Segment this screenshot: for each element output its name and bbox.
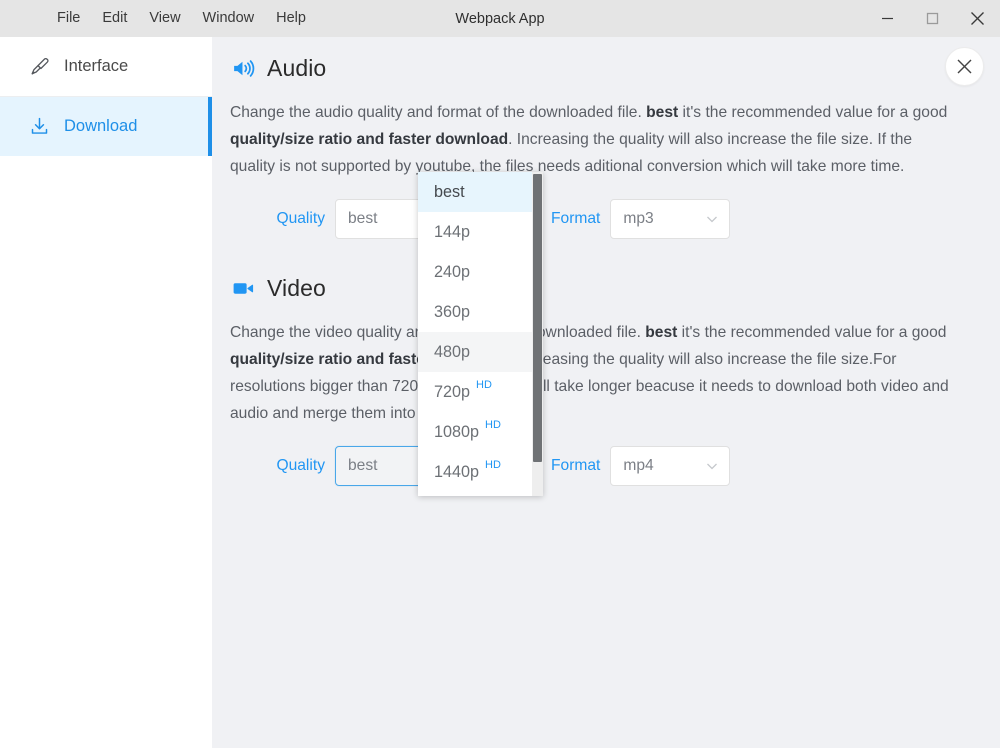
video-description: Change the video quality and format of t… <box>230 319 960 427</box>
video-format-select[interactable]: mp4 <box>610 446 731 486</box>
quality-dropdown-list: best 144p 240p 360p 480p 720p HD 1080p HD 1440p HD <box>418 172 543 492</box>
minimize-button[interactable] <box>865 0 910 37</box>
highlighter-icon <box>28 56 50 78</box>
dropdown-option-label: 480p <box>434 342 471 361</box>
audio-desc-part1: Change the audio quality and format of t… <box>230 104 647 121</box>
video-camera-icon <box>230 276 256 302</box>
close-icon <box>957 59 972 74</box>
video-section-header: Video <box>230 275 1000 302</box>
sidebar: Interface Download <box>0 37 212 748</box>
dropdown-option[interactable]: 144p <box>418 212 543 252</box>
close-window-button[interactable] <box>955 0 1000 37</box>
dropdown-option[interactable]: 1440p HD <box>418 452 543 492</box>
video-controls-row: Quality best Format mp4 <box>212 446 1000 486</box>
audio-desc-part2: it's the recommended value for a good <box>678 104 948 121</box>
hd-badge: HD <box>476 379 492 391</box>
hd-badge: HD <box>485 419 501 431</box>
audio-section-header: Audio <box>230 55 1000 82</box>
sidebar-item-label-interface: Interface <box>64 57 129 75</box>
dropdown-scrollbar-thumb[interactable] <box>533 174 542 462</box>
audio-format-label: Format <box>551 210 601 227</box>
hd-badge: HD <box>485 459 501 471</box>
audio-controls-row: Quality best Format mp3 <box>212 199 1000 239</box>
content-panel: Audio Change the audio quality and forma… <box>212 37 1000 748</box>
speaker-icon <box>230 56 256 82</box>
audio-section-title: Audio <box>267 55 327 81</box>
dropdown-option-label: 144p <box>434 222 471 241</box>
audio-format-value: mp3 <box>623 210 654 227</box>
dropdown-option-label: 720p <box>434 382 471 401</box>
audio-desc-bold1: best <box>646 104 679 121</box>
audio-quality-value: best <box>348 210 378 227</box>
video-format-field: Format mp4 <box>551 446 731 486</box>
audio-format-field: Format mp3 <box>551 199 731 239</box>
video-format-label: Format <box>551 457 601 474</box>
sidebar-item-download[interactable]: Download <box>0 97 212 156</box>
maximize-icon <box>926 12 939 25</box>
sidebar-item-label-download: Download <box>64 117 138 135</box>
dropdown-option[interactable]: 360p <box>418 292 543 332</box>
video-section-title: Video <box>267 275 326 301</box>
app-window: File Edit View Window Help Webpack App I… <box>0 0 1000 748</box>
dropdown-option-label: 1440p <box>434 462 480 481</box>
quality-dropdown-menu[interactable]: best 144p 240p 360p 480p 720p HD 1080p HD 1440p HD <box>418 172 543 496</box>
menu-item-window[interactable]: Window <box>192 7 266 30</box>
menu-item-edit[interactable]: Edit <box>91 7 138 30</box>
video-desc-bold1: best <box>645 324 678 341</box>
minimize-icon <box>882 17 893 20</box>
audio-format-select[interactable]: mp3 <box>610 199 731 239</box>
download-icon <box>28 116 50 138</box>
close-panel-button[interactable] <box>945 47 984 86</box>
menu-bar: File Edit View Window Help <box>46 7 317 30</box>
audio-description: Change the audio quality and format of t… <box>230 99 960 180</box>
dropdown-option[interactable]: 240p <box>418 252 543 292</box>
dropdown-option[interactable]: best <box>418 172 543 212</box>
menu-item-view[interactable]: View <box>138 7 191 30</box>
dropdown-option-label: 360p <box>434 302 471 321</box>
video-format-value: mp4 <box>623 457 654 474</box>
menu-item-file[interactable]: File <box>46 7 91 30</box>
menu-item-help[interactable]: Help <box>265 7 317 30</box>
dropdown-option-label: best <box>434 182 465 201</box>
dropdown-option-label: 240p <box>434 262 471 281</box>
video-desc-part2: it's the recommended value for a good <box>677 324 947 341</box>
video-quality-value: best <box>348 457 378 474</box>
dropdown-option-label: 1080p <box>434 422 480 441</box>
chevron-down-icon <box>707 216 718 223</box>
dropdown-option[interactable]: 720p HD <box>418 372 543 412</box>
dropdown-option[interactable]: 1080p HD <box>418 412 543 452</box>
close-icon <box>971 12 984 25</box>
dropdown-option[interactable]: 480p <box>418 332 543 372</box>
sidebar-item-interface[interactable]: Interface <box>0 37 212 96</box>
title-bar: File Edit View Window Help Webpack App <box>0 0 1000 37</box>
audio-desc-bold2: quality/size ratio and faster download <box>230 131 509 148</box>
video-quality-label: Quality <box>276 457 325 474</box>
window-controls <box>865 0 1000 37</box>
audio-quality-label: Quality <box>276 210 325 227</box>
maximize-button[interactable] <box>910 0 955 37</box>
chevron-down-icon <box>707 463 718 470</box>
